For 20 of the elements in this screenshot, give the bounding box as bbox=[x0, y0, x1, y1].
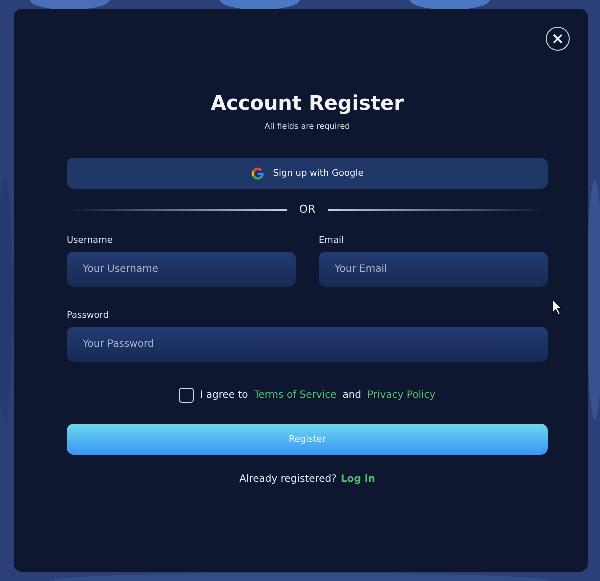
cursor-icon bbox=[552, 299, 563, 316]
close-icon[interactable] bbox=[546, 27, 570, 51]
field-label: Password bbox=[67, 311, 110, 321]
input-field[interactable]: Your Username bbox=[67, 252, 296, 287]
field-label: Email bbox=[319, 236, 345, 246]
agreement-text: I agree to bbox=[200, 390, 248, 401]
dialog-title: Account Register bbox=[210, 91, 405, 115]
login-prompt: Already registered? bbox=[240, 474, 337, 485]
privacy-link[interactable]: Privacy Policy bbox=[368, 390, 436, 401]
google-signup-button[interactable]: Sign up with Google bbox=[67, 158, 548, 189]
input-field[interactable]: Your Password bbox=[67, 327, 548, 362]
google-icon bbox=[251, 166, 266, 180]
login-link[interactable]: Log in bbox=[340, 474, 376, 485]
terms-link[interactable]: Terms of Service bbox=[254, 390, 337, 401]
agreement-text: and bbox=[342, 390, 362, 401]
field-label: Username bbox=[67, 236, 114, 246]
agree-checkbox[interactable] bbox=[179, 388, 194, 403]
dialog-subtitle: All fields are required bbox=[264, 122, 352, 131]
input-field[interactable]: Your Email bbox=[319, 252, 548, 287]
divider-label: OR bbox=[299, 203, 316, 216]
